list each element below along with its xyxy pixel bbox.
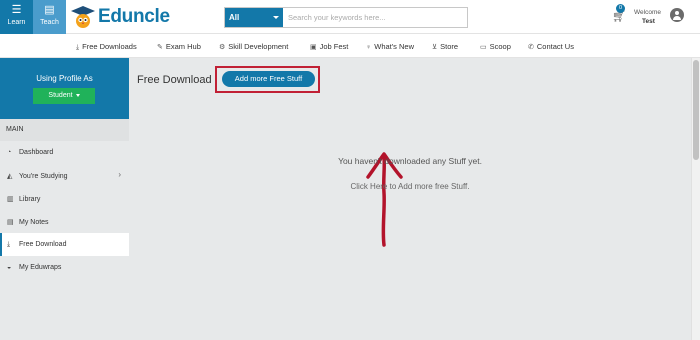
bulb-icon: ♀ — [366, 44, 372, 51]
search-category-select[interactable]: All — [225, 8, 283, 27]
logo-text: Eduncle — [98, 6, 170, 27]
gear-icon: ⚙ — [219, 44, 226, 51]
phone-icon: ✆ — [528, 44, 534, 51]
sidebar-item-label: My Notes — [19, 219, 49, 226]
sidebar-item-label: Free Download — [19, 241, 67, 248]
nav-item-label: Exam Hub — [165, 42, 201, 51]
nav-item-skill-development[interactable]: ⚙ Skill Development — [219, 42, 288, 51]
briefcase-icon: ▣ — [310, 44, 317, 51]
sidebar-item-label: My Eduwraps — [19, 264, 62, 271]
cap-icon: ◒ — [7, 264, 12, 271]
nav-item-label: Contact Us — [536, 42, 574, 51]
welcome-label: Welcome — [634, 9, 661, 16]
cart-button[interactable]: 🛒︎ 0 — [612, 4, 626, 23]
scrollbar-thumb[interactable] — [693, 60, 699, 160]
sidebar-item-label: Library — [19, 196, 41, 203]
profile-panel: Using Profile As Student — [0, 58, 129, 119]
nav-item-label: Free Downloads — [82, 42, 137, 51]
top-header: ☰ Learn ▤ Teach Eduncle All 🛒︎ 0 Welcome… — [0, 0, 700, 34]
add-more-free-stuff-button[interactable]: Add more Free Stuff — [222, 71, 315, 87]
sidebar-item-youre-studying[interactable]: ◭ You're Studying › — [0, 164, 129, 187]
library-icon: ▥ — [7, 196, 14, 203]
graduation-cap-icon: ◭ — [7, 173, 13, 180]
eduncle-logo[interactable]: Eduncle — [70, 3, 170, 31]
learn-mode-button[interactable]: ☰ Learn — [0, 0, 33, 34]
nav-item-exam-hub[interactable]: ✎ Exam Hub — [157, 42, 201, 51]
chevron-down-icon — [75, 93, 80, 97]
dashboard-icon: ◔ — [7, 149, 12, 156]
nav-item-contact-us[interactable]: ✆ Contact Us — [528, 42, 574, 51]
cart-icon: ⊻ — [432, 44, 438, 51]
owl-logo-icon — [71, 6, 95, 28]
avatar[interactable] — [670, 8, 684, 22]
cart-count-badge: 0 — [616, 4, 625, 13]
download-icon: ⤓ — [76, 44, 80, 51]
sidebar-item-my-eduwraps[interactable]: ◒ My Eduwraps — [0, 256, 129, 279]
board-icon: ▤ — [44, 4, 55, 16]
search-input[interactable] — [283, 8, 467, 27]
nav-item-job-fest[interactable]: ▣ Job Fest — [310, 42, 348, 51]
teach-mode-button[interactable]: ▤ Teach — [33, 0, 66, 34]
role-value: Student — [48, 92, 73, 99]
empty-state-message: You haven't downloaded any Stuff yet. — [338, 156, 482, 166]
sidebar-item-dashboard[interactable]: ◔ Dashboard — [0, 141, 129, 164]
nav-item-scoop[interactable]: ▭ Scoop — [480, 42, 511, 51]
profile-label: Using Profile As — [36, 74, 93, 83]
menu-icon: ☰ — [11, 4, 22, 16]
nav-item-free-downloads[interactable]: ⤓ Free Downloads — [76, 42, 137, 52]
sidebar-item-library[interactable]: ▥ Library — [0, 187, 129, 210]
nav-item-label: Job Fest — [319, 42, 349, 51]
user-name: Test — [642, 18, 655, 25]
sidebar-item-label: Dashboard — [19, 149, 54, 156]
sidebar: Using Profile As Student MAIN ◔ Dashboard… — [0, 58, 129, 340]
sidebar-section-heading: MAIN — [0, 119, 129, 141]
secondary-nav: ⤓ Free Downloads ✎ Exam Hub ⚙ Skill Develop… — [0, 34, 700, 58]
sidebar-item-free-download[interactable]: ⤓ Free Download — [0, 233, 129, 256]
search-bar: All — [224, 7, 468, 28]
video-icon: ▭ — [480, 44, 487, 51]
nav-item-label: Scoop — [489, 42, 511, 51]
add-free-stuff-link[interactable]: Click Here to Add more free Stuff. — [129, 182, 691, 191]
nav-item-store[interactable]: ⊻ Store — [432, 42, 458, 51]
download-icon: ⤓ — [7, 241, 11, 248]
page-title: Free Download — [137, 74, 212, 86]
search-category-value: All — [229, 13, 240, 22]
chevron-right-icon: › — [118, 170, 121, 179]
edit-icon: ✎ — [157, 44, 163, 51]
chevron-down-icon — [273, 16, 279, 19]
nav-item-whats-new[interactable]: ♀ What's New — [366, 42, 414, 51]
teach-label: Teach — [40, 19, 59, 26]
user-menu[interactable]: Welcome Test — [634, 8, 661, 26]
sidebar-item-label: You're Studying — [19, 173, 68, 180]
note-icon: ▤ — [7, 219, 14, 226]
nav-item-label: Skill Development — [228, 42, 289, 51]
scrollbar[interactable] — [691, 58, 700, 340]
learn-label: Learn — [7, 19, 26, 26]
nav-item-label: Store — [440, 42, 459, 51]
nav-item-label: What's New — [374, 42, 415, 51]
role-dropdown[interactable]: Student — [33, 88, 95, 104]
sidebar-item-my-notes[interactable]: ▤ My Notes — [0, 210, 129, 233]
main-content: Free Download Add more Free Stuff You ha… — [129, 58, 691, 340]
